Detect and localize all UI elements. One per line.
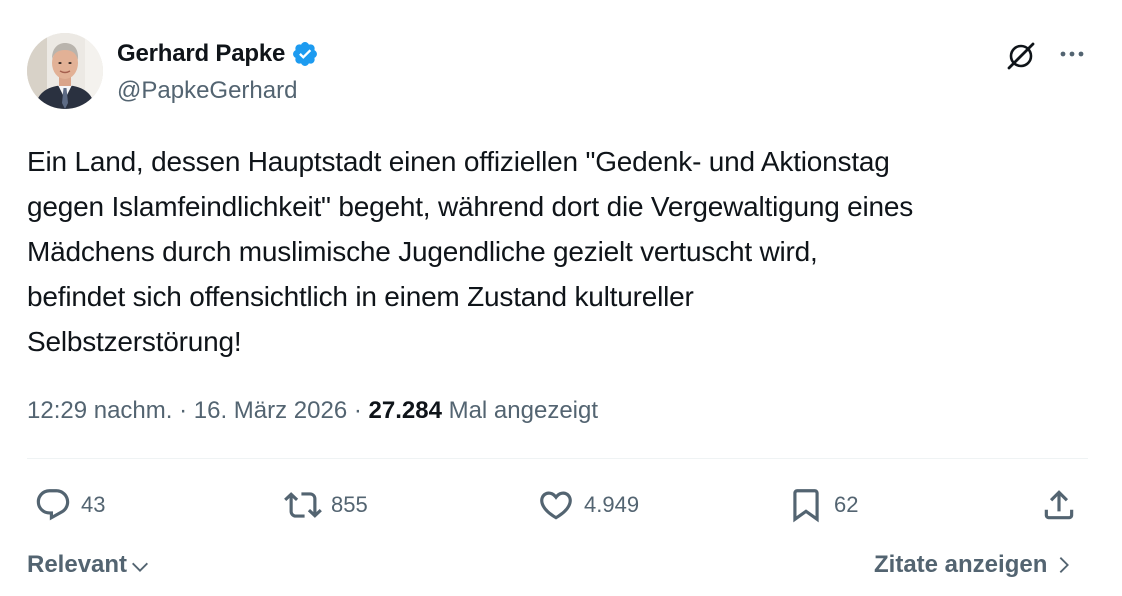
bookmark-icon [793,489,819,523]
author-name-row[interactable]: Gerhard Papke [117,38,319,70]
verified-badge-icon[interactable] [291,40,319,68]
chevron-down-icon [132,562,149,572]
share-icon [1044,490,1074,520]
retweet-icon [284,492,322,518]
retweet-count: 855 [331,492,368,517]
more-icon[interactable] [1054,37,1090,73]
like-count: 4.949 [584,492,640,517]
reply-count: 43 [81,492,106,517]
reply-icon [36,489,70,521]
views-count: 27.284 [368,397,442,424]
bookmark-count: 62 [834,492,859,517]
tweet-time[interactable]: 12:29 nachm. [27,397,172,424]
avatar[interactable] [27,33,103,109]
author-handle[interactable]: @PapkeGerhard [117,76,297,106]
reply-button[interactable]: 43 [34,485,105,525]
sort-replies-dropdown[interactable]: Relevant [27,548,151,582]
tweet-text: Ein Land, dessen Hauptstadt einen offizi… [27,146,914,357]
tweet-date[interactable]: 16. März 2026 [194,397,347,424]
view-quotes-link[interactable]: Zitate anzeigen [874,548,1075,582]
like-icon [540,491,572,520]
quotes-label: Zitate anzeigen [874,551,1048,578]
author-display-name[interactable]: Gerhard Papke [117,38,285,70]
meta-separator: · [172,397,194,424]
divider [27,458,1088,459]
grok-icon[interactable] [1003,37,1039,73]
chevron-right-icon [1060,557,1070,573]
views-label: Mal angezeigt [448,397,599,424]
tweet-meta: 12:29 nachm. · 16. März 2026 · 27.284 Ma… [27,395,598,427]
share-button[interactable] [1040,485,1078,525]
like-button[interactable]: 4.949 [537,485,639,525]
retweet-button[interactable]: 855 [284,485,368,525]
bookmark-button[interactable]: 62 [787,485,858,525]
sort-label: Relevant [27,551,128,578]
meta-separator: · [347,397,369,424]
avatar-image [27,33,103,109]
